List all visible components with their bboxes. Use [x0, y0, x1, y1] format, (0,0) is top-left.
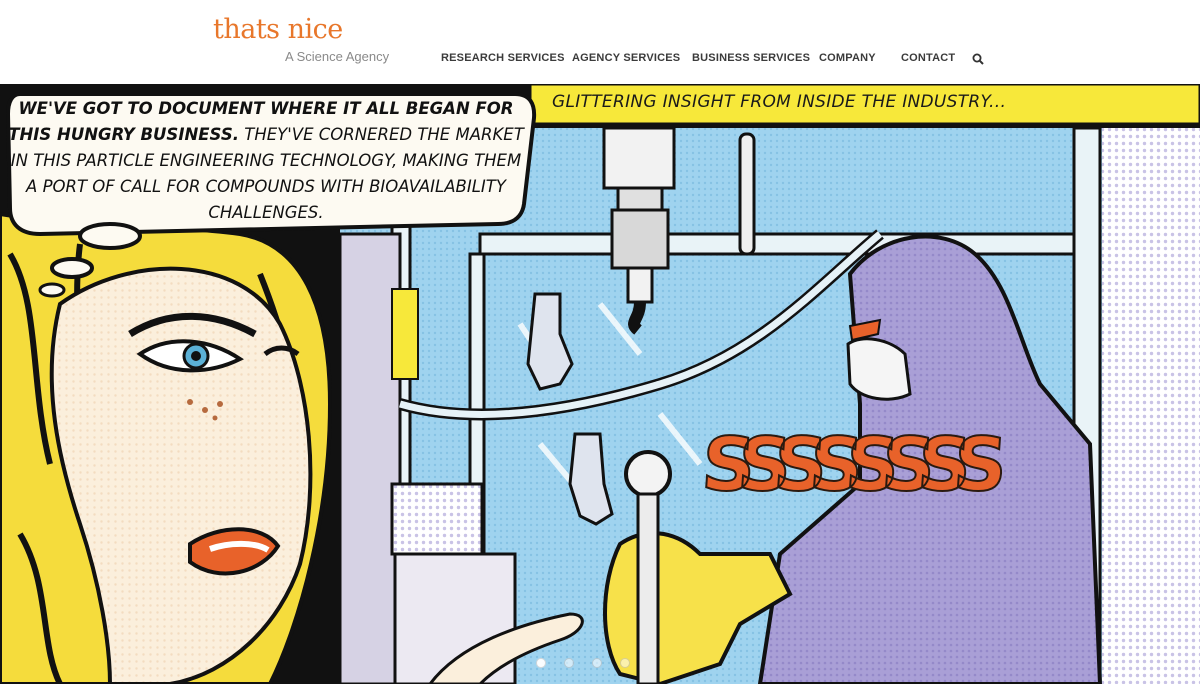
nav-research-services[interactable]: RESEARCH SERVICES [441, 52, 565, 64]
slider-dot-2[interactable] [564, 658, 574, 668]
logo-tagline: A Science Agency [285, 49, 390, 64]
search-icon[interactable] [972, 52, 984, 65]
site-logo[interactable]: thats nice A Science Agency [213, 14, 393, 70]
nav-contact[interactable]: CONTACT [901, 52, 955, 64]
sound-effect-text: SSSSSSSS [698, 421, 997, 509]
slider-pagination [536, 656, 646, 670]
speech-bubble-text: WE'VE GOT TO DOCUMENT WHERE IT ALL BEGAN… [6, 96, 526, 226]
nav-business-services[interactable]: BUSINESS SERVICES [692, 52, 810, 64]
slider-dot-1[interactable] [536, 658, 546, 668]
hero-slider: GLITTERING INSIGHT FROM INSIDE THE INDUS… [0, 84, 1200, 684]
comic-caption: GLITTERING INSIGHT FROM INSIDE THE INDUS… [552, 92, 1007, 112]
slider-dot-4[interactable] [620, 658, 630, 668]
site-header: thats nice A Science Agency RESEARCH SER… [0, 0, 1200, 84]
slider-dot-3[interactable] [592, 658, 602, 668]
nav-company[interactable]: COMPANY [819, 52, 876, 64]
page-bottom-strip [0, 684, 1200, 695]
logo-wordmark: thats nice [213, 14, 343, 45]
nav-agency-services[interactable]: AGENCY SERVICES [572, 52, 680, 64]
